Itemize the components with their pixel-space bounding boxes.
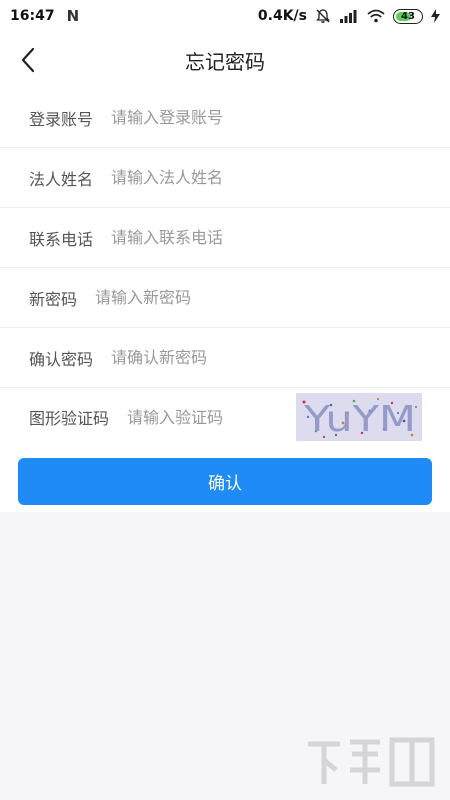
login-account-input[interactable] <box>111 102 450 133</box>
row-login-account: 登录账号 <box>0 88 450 148</box>
page-title: 忘记密码 <box>185 49 265 74</box>
watermark-logo <box>308 737 435 787</box>
chevron-left-icon <box>21 47 35 73</box>
status-bar: 16:47 N 0.4K/s 43 <box>0 0 450 32</box>
new-password-label: 新密码 <box>29 289 78 309</box>
back-button[interactable] <box>14 44 42 76</box>
battery-level: 43 <box>401 10 415 22</box>
contact-phone-label: 联系电话 <box>29 229 94 249</box>
confirm-password-input[interactable] <box>111 342 450 373</box>
forgot-password-form: 登录账号 法人姓名 联系电话 新密码 确认密码 图形验证码 <box>0 88 450 446</box>
contact-phone-input[interactable] <box>111 222 450 253</box>
nav-bar: 忘记密码 <box>0 32 450 88</box>
confirm-area: 确认 <box>0 446 450 512</box>
row-legal-person-name: 法人姓名 <box>0 148 450 208</box>
notification-n-icon: N <box>66 7 80 25</box>
row-new-password: 新密码 <box>0 268 450 328</box>
captcha-label: 图形验证码 <box>29 409 110 428</box>
captcha-graphic: YuYM <box>296 393 422 441</box>
login-account-label: 登录账号 <box>29 109 94 129</box>
row-contact-phone: 联系电话 <box>0 208 450 268</box>
confirm-password-label: 确认密码 <box>29 349 94 369</box>
captcha-image[interactable]: YuYM <box>296 393 422 441</box>
signal-icon <box>340 10 357 23</box>
legal-person-name-input[interactable] <box>111 162 450 193</box>
captcha-text: YuYM <box>303 399 416 440</box>
new-password-input[interactable] <box>95 282 450 313</box>
net-speed: 0.4K/s <box>257 8 307 24</box>
row-captcha: 图形验证码 YuYM <box>0 388 450 446</box>
charging-bolt-icon <box>431 9 440 23</box>
battery-icon: 43 <box>393 8 423 24</box>
row-confirm-password: 确认密码 <box>0 328 450 388</box>
mute-bell-icon <box>316 9 330 23</box>
confirm-button[interactable]: 确认 <box>18 458 432 505</box>
captcha-input[interactable] <box>127 402 278 432</box>
wifi-icon <box>367 9 385 23</box>
status-time: 16:47 <box>10 8 55 24</box>
legal-person-name-label: 法人姓名 <box>29 169 94 189</box>
